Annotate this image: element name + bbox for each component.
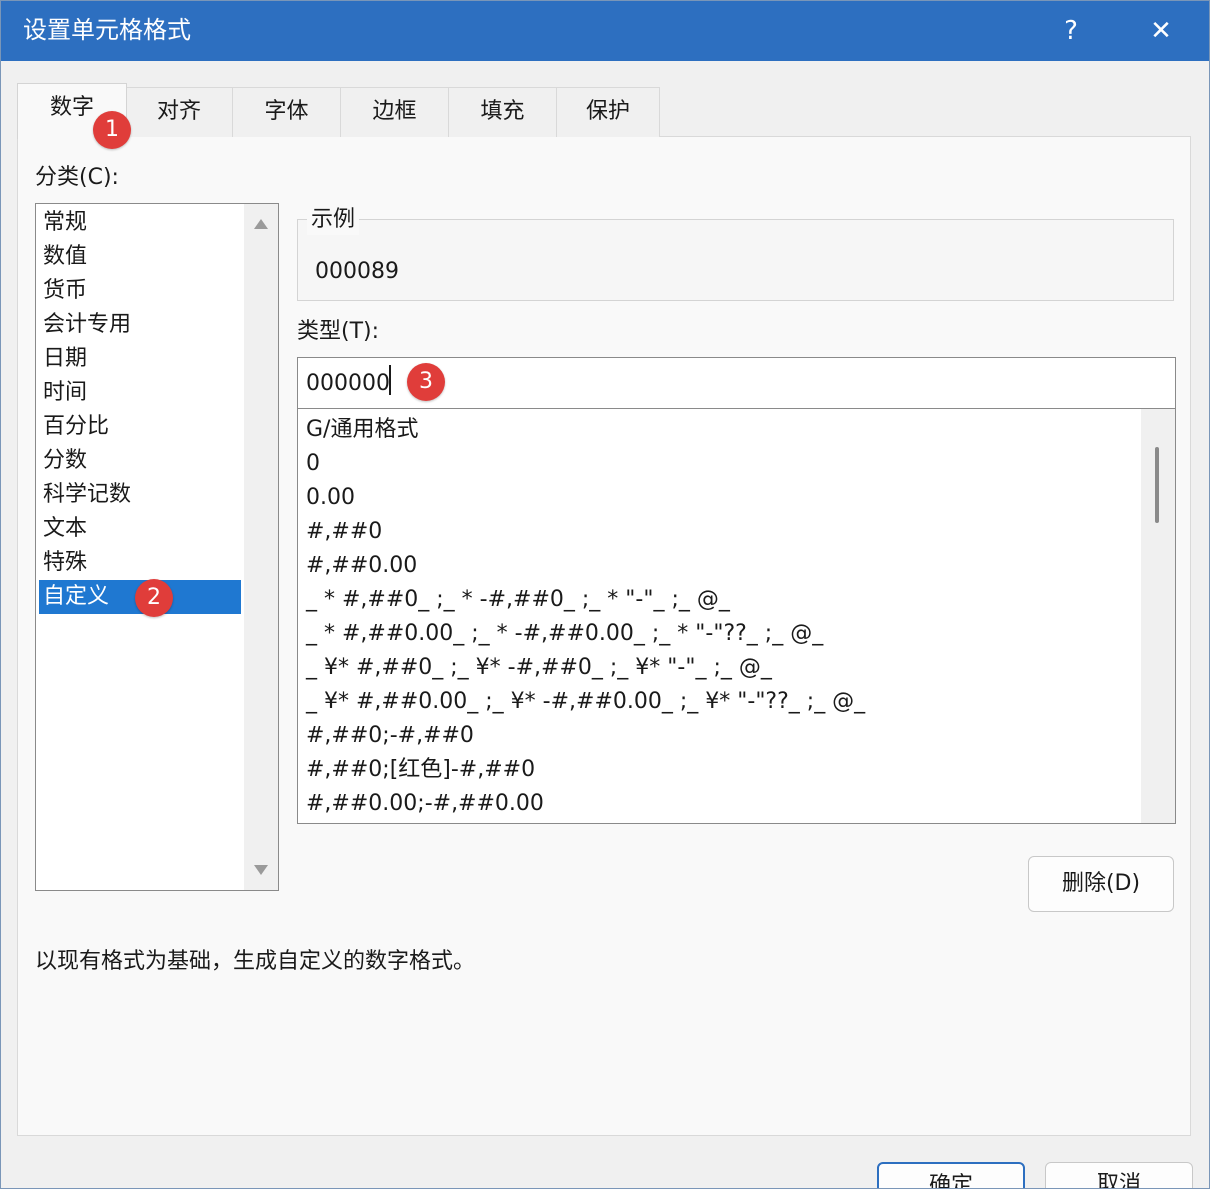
format-cells-dialog: 设置单元格格式 ? ✕ 数字 对齐 字体 边框 填充 保护 1 分类(C): 常… (0, 0, 1210, 1189)
tab-fill[interactable]: 填充 (448, 87, 557, 137)
format-list[interactable]: G/通用格式 0 0.00 #,##0 #,##0.00 _ * #,##0_ … (297, 408, 1176, 824)
format-item[interactable]: _ * #,##0_ ;_ * -#,##0_ ;_ * "-"_ ;_ @_ (306, 583, 730, 617)
annotation-badge-2: 2 (135, 579, 173, 617)
type-label: 类型(T): (297, 319, 380, 344)
tab-protection[interactable]: 保护 (556, 87, 660, 137)
sample-label: 示例 (307, 205, 360, 235)
delete-button[interactable]: 删除(D) (1028, 856, 1174, 912)
category-item-text[interactable]: 文本 (39, 512, 241, 546)
format-item[interactable]: _ ¥* #,##0_ ;_ ¥* -#,##0_ ;_ ¥* "-"_ ;_ … (306, 651, 772, 685)
format-item[interactable]: #,##0.00 (306, 549, 417, 583)
cancel-button[interactable]: 取消 (1045, 1162, 1193, 1188)
dialog-title: 设置单元格格式 (23, 16, 191, 44)
scroll-down-arrow-icon[interactable] (254, 865, 268, 875)
format-item[interactable]: #,##0.00;-#,##0.00 (306, 787, 544, 821)
sample-box (297, 219, 1174, 301)
help-icon[interactable]: ? (1043, 9, 1099, 53)
description-text: 以现有格式为基础，生成自定义的数字格式。 (35, 949, 476, 974)
category-item-percentage[interactable]: 百分比 (39, 410, 241, 444)
format-item[interactable]: #,##0;[红色]-#,##0 (306, 753, 535, 787)
category-scrollbar[interactable] (244, 204, 278, 890)
ok-button[interactable]: 确定 (877, 1162, 1025, 1188)
format-item[interactable]: #,##0 (306, 515, 382, 549)
format-item[interactable]: #,##0;-#,##0 (306, 719, 474, 753)
format-item[interactable]: _ ¥* #,##0.00_ ;_ ¥* -#,##0.00_ ;_ ¥* "-… (306, 685, 865, 719)
category-list[interactable]: 常规 数值 货币 会计专用 日期 时间 百分比 分数 科学记数 文本 特殊 自定… (35, 203, 279, 891)
category-item-time[interactable]: 时间 (39, 376, 241, 410)
category-item-number[interactable]: 数值 (39, 240, 241, 274)
scroll-thumb[interactable] (1155, 447, 1159, 523)
category-label: 分类(C): (35, 165, 119, 190)
category-item-general[interactable]: 常规 (39, 206, 241, 240)
tab-font[interactable]: 字体 (232, 87, 341, 137)
category-item-scientific[interactable]: 科学记数 (39, 478, 241, 512)
category-item-special[interactable]: 特殊 (39, 546, 241, 580)
annotation-badge-1: 1 (93, 111, 131, 149)
tab-alignment[interactable]: 对齐 (125, 87, 233, 137)
format-item[interactable]: G/通用格式 (306, 413, 418, 447)
format-scrollbar[interactable] (1141, 409, 1175, 823)
format-item[interactable]: _ * #,##0.00_ ;_ * -#,##0.00_ ;_ * "-"??… (306, 617, 823, 651)
category-item-fraction[interactable]: 分数 (39, 444, 241, 478)
category-item-accounting[interactable]: 会计专用 (39, 308, 241, 342)
close-icon[interactable]: ✕ (1133, 9, 1189, 53)
category-item-currency[interactable]: 货币 (39, 274, 241, 308)
category-item-date[interactable]: 日期 (39, 342, 241, 376)
title-bar: 设置单元格格式 ? ✕ (1, 1, 1209, 61)
format-item[interactable]: 0 (306, 447, 320, 481)
annotation-badge-3: 3 (407, 363, 445, 401)
format-item[interactable]: 0.00 (306, 481, 355, 515)
text-caret (389, 365, 391, 395)
scroll-up-arrow-icon[interactable] (254, 219, 268, 229)
tab-border[interactable]: 边框 (340, 87, 449, 137)
sample-value: 000089 (315, 259, 399, 284)
